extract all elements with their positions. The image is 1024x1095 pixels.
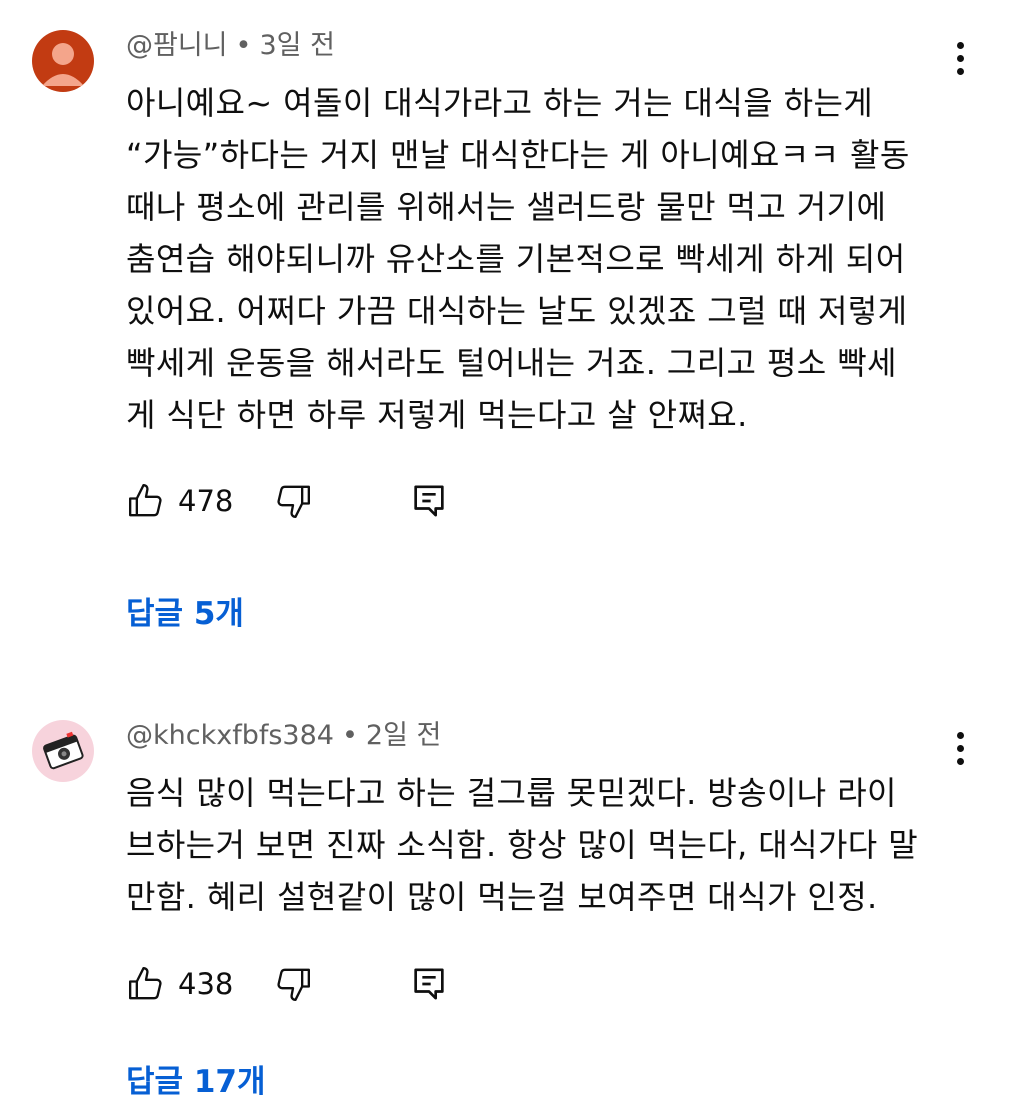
comment-item: @khckxfbfs384 • 2일 전 음식 많이 먹는다고 하는 걸그룹 못믿겠…	[0, 690, 1024, 1095]
more-vertical-icon-dot	[956, 758, 964, 765]
more-vertical-icon-dot	[956, 745, 964, 752]
comment-text: 아니예요~ 여돌이 대식가라고 하는 거는 대식을 하는게 “가능”하다는 거지…	[126, 84, 910, 434]
more-options-button[interactable]	[940, 732, 980, 772]
comment-header: @팜니니 • 3일 전	[126, 26, 335, 66]
more-vertical-icon-dot	[956, 55, 964, 62]
reply-button[interactable]	[409, 964, 449, 1004]
reply-comment-icon	[414, 968, 445, 1000]
more-options-button[interactable]	[940, 42, 980, 82]
more-vertical-icon	[956, 42, 964, 49]
like-count: 478	[178, 484, 234, 518]
comments-page: @팜니니 • 3일 전 아니예요~ 여돌이 대식가라고 하는 거는 대식을 하는게 …	[0, 0, 1024, 1095]
reply-button[interactable]	[409, 481, 449, 521]
comment-actions: 478	[126, 477, 449, 525]
thumbs-up-icon	[129, 484, 162, 517]
author-name[interactable]: @khckxfbfs384	[126, 720, 334, 751]
view-replies-link[interactable]: 답글 17개	[126, 1060, 266, 1095]
comment-time[interactable]: 2일 전	[366, 720, 441, 751]
comment-time[interactable]: 3일 전	[259, 30, 334, 61]
thumbs-down-icon	[277, 485, 311, 518]
like-button[interactable]: 478	[126, 481, 233, 521]
separator-dot: •	[235, 30, 252, 61]
comment-text: 음식 많이 먹는다고 하는 걸그룹 못믿겠다. 방송이나 라이 브하는거 보면 …	[126, 774, 919, 916]
author-name[interactable]: @팜니니	[126, 30, 228, 61]
dislike-button[interactable]	[273, 964, 313, 1004]
like-count: 438	[178, 967, 234, 1001]
comment-item: @팜니니 • 3일 전 아니예요~ 여돌이 대식가라고 하는 거는 대식을 하는게 …	[0, 0, 1024, 690]
view-replies-link[interactable]: 답글 5개	[126, 592, 244, 636]
default-avatar-icon	[32, 30, 94, 92]
like-button[interactable]: 438	[126, 964, 233, 1004]
dislike-button[interactable]	[273, 481, 313, 521]
more-vertical-icon-dot	[956, 68, 964, 75]
thumbs-down-icon	[277, 968, 311, 1001]
camera-avatar-icon	[32, 720, 94, 782]
avatar[interactable]	[32, 30, 94, 92]
comment-header: @khckxfbfs384 • 2일 전	[126, 716, 441, 756]
reply-comment-icon	[414, 485, 445, 517]
more-vertical-icon	[956, 732, 964, 739]
separator-dot: •	[341, 720, 358, 751]
thumbs-up-icon	[129, 967, 162, 1000]
avatar[interactable]	[32, 720, 94, 782]
comment-actions: 438	[126, 960, 449, 1008]
